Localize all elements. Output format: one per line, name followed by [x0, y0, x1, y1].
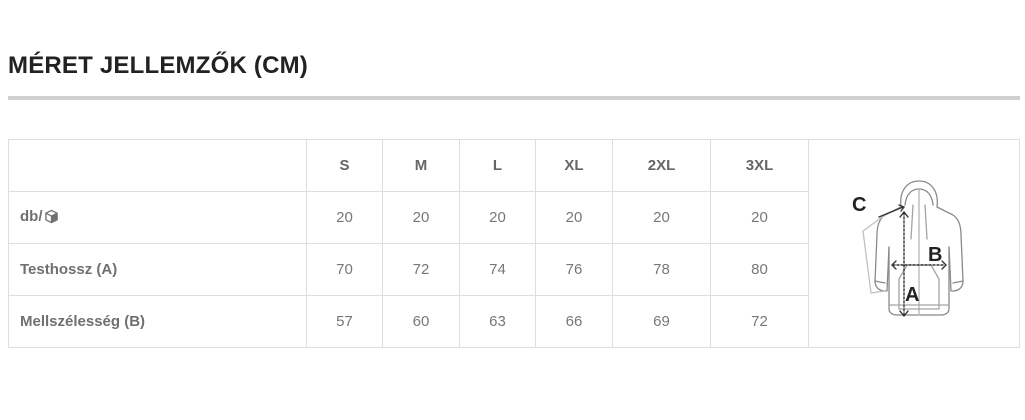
table-header-row: S M L XL 2XL 3XL C B A [8, 139, 1020, 348]
page-title: MÉRET JELLEMZŐK (CM) [8, 52, 308, 79]
hoodie-illustration-cell: C B A [808, 139, 1020, 348]
title-divider [8, 96, 1020, 100]
cell-value: 76 [535, 243, 613, 296]
size-table: S M L XL 2XL 3XL C B A db/ 20 20 20 20 2… [8, 139, 1020, 348]
header-size-l: L [459, 139, 536, 192]
row-label-pieces: db/ [8, 191, 307, 244]
cell-value: 20 [306, 191, 383, 244]
cell-value: 20 [612, 191, 711, 244]
cell-value: 72 [710, 295, 809, 348]
header-size-s: S [306, 139, 383, 192]
cell-value: 20 [459, 191, 536, 244]
cell-value: 78 [612, 243, 711, 296]
cell-value: 66 [535, 295, 613, 348]
cell-value: 20 [535, 191, 613, 244]
header-size-2xl: 2XL [612, 139, 711, 192]
header-size-m: M [382, 139, 460, 192]
cell-value: 72 [382, 243, 460, 296]
header-size-3xl: 3XL [710, 139, 809, 192]
row-label-chest-width: Mellszélesség (B) [8, 295, 307, 348]
header-size-xl: XL [535, 139, 613, 192]
cell-value: 20 [710, 191, 809, 244]
row-label-body-length: Testhossz (A) [8, 243, 307, 296]
row-label-text: db/ [20, 207, 43, 225]
label-c: C [852, 194, 866, 216]
hoodie-measurement-icon: C B A [852, 179, 964, 317]
label-b: B [928, 244, 942, 266]
cell-value: 57 [306, 295, 383, 348]
label-a: A [905, 284, 919, 306]
box-icon [44, 209, 59, 228]
cell-value: 20 [382, 191, 460, 244]
cell-value: 74 [459, 243, 536, 296]
cell-value: 63 [459, 295, 536, 348]
cell-value: 60 [382, 295, 460, 348]
cell-value: 69 [612, 295, 711, 348]
header-empty-cell [8, 139, 307, 192]
cell-value: 80 [710, 243, 809, 296]
cell-value: 70 [306, 243, 383, 296]
